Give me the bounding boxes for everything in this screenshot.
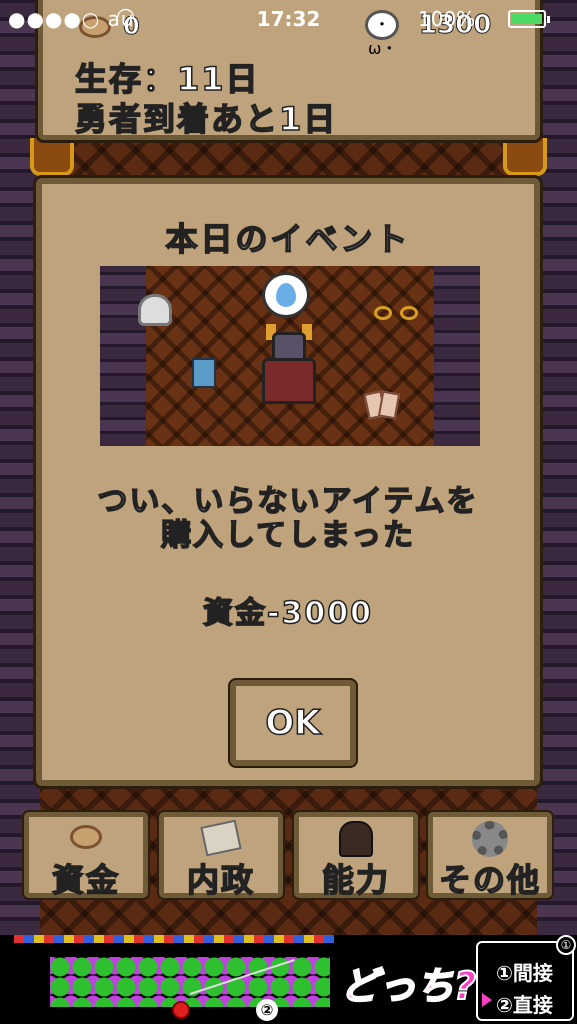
sweat-drop-icon [262,272,310,318]
menu-label: その他 [438,860,541,900]
ad-marker: ② [256,999,278,1021]
bubble-cluster-icon [50,957,330,1007]
menu-funds-button[interactable]: 資金 [24,812,148,900]
ad-banner[interactable]: ② どっち? ①間接 ②直接 ① [0,935,577,1024]
menu-domestic-button[interactable]: 内政 [159,812,283,900]
gear-icon [472,821,508,857]
ad-option-indirect[interactable]: ①間接 [496,957,553,986]
hero-arrival-countdown: 勇者到着あと1日 [74,99,338,139]
menu-label: 資金 [51,860,120,900]
event-dialog: 本日のイベント つい、いらないアイテムを 購入してしまった 資金-3000 OK [36,178,540,786]
ok-button[interactable]: OK [230,680,356,766]
menu-label: 内政 [186,860,255,900]
selection-arrow-icon [482,993,492,1007]
menu-other-button[interactable]: その他 [428,812,552,900]
scroll-icon [200,819,242,857]
dialog-title: 本日のイベント [165,219,411,259]
cards-icon [362,390,402,420]
scene-wall-left [100,266,146,446]
scene-wall-right [434,266,480,446]
event-scene [100,266,480,446]
status-bar: ●●●●○ au ◠ 17:32 100% [0,0,577,38]
ad-headline: どっち? [339,963,477,1009]
torch-icon [30,138,74,176]
glasses-icon [374,306,418,320]
helmet-icon [138,294,172,326]
shooter-ball-icon [172,1001,190,1019]
demon-lord-sprite [256,324,322,406]
battery-percent: 100% [418,7,476,31]
monster-icon [339,821,373,857]
dialog-message-line2: 購入してしまった [160,517,415,554]
clock: 17:32 [256,7,321,31]
dialog-effect: 資金-3000 [202,595,373,632]
ad-info-icon[interactable]: ① [556,935,576,955]
coin-icon [70,825,102,849]
battery-icon [508,10,550,28]
ad-option-direct[interactable]: ②直接 [496,989,553,1018]
torch-icon [503,138,547,176]
menu-ability-button[interactable]: 能力 [294,812,418,900]
book-icon [192,358,216,388]
bubble-row-icon [14,935,334,943]
menu-label: 能力 [321,860,390,900]
